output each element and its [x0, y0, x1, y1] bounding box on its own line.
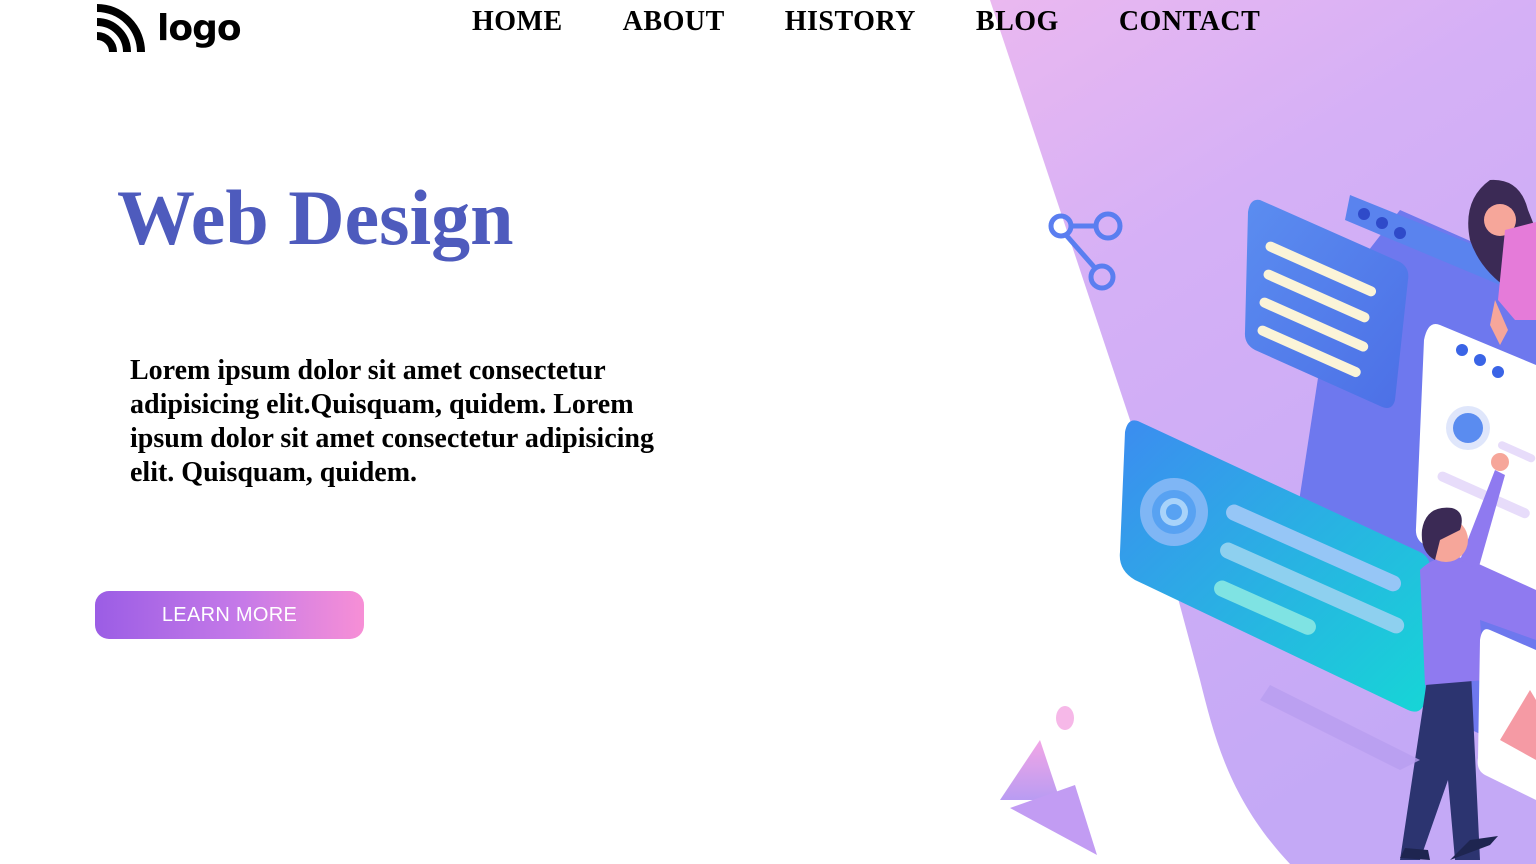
logo-text: logo [157, 8, 242, 49]
decorative-triangles [1000, 706, 1097, 855]
nav-about[interactable]: ABOUT [623, 4, 725, 40]
hero-title: Web Design [117, 174, 514, 261]
gear-icon [1140, 478, 1208, 546]
share-icon [1048, 211, 1123, 291]
nav-history[interactable]: HISTORY [785, 4, 916, 40]
hero-illustration [1000, 179, 1536, 860]
logo-mark-icon [96, 4, 145, 53]
window-dot-icon [1358, 208, 1370, 220]
logo-link[interactable]: logo [95, 4, 242, 54]
hero-description: Lorem ipsum dolor sit amet consectetur a… [130, 355, 654, 488]
nav-home[interactable]: HOME [472, 4, 563, 40]
learn-more-button[interactable]: LEARN MORE [95, 591, 364, 639]
